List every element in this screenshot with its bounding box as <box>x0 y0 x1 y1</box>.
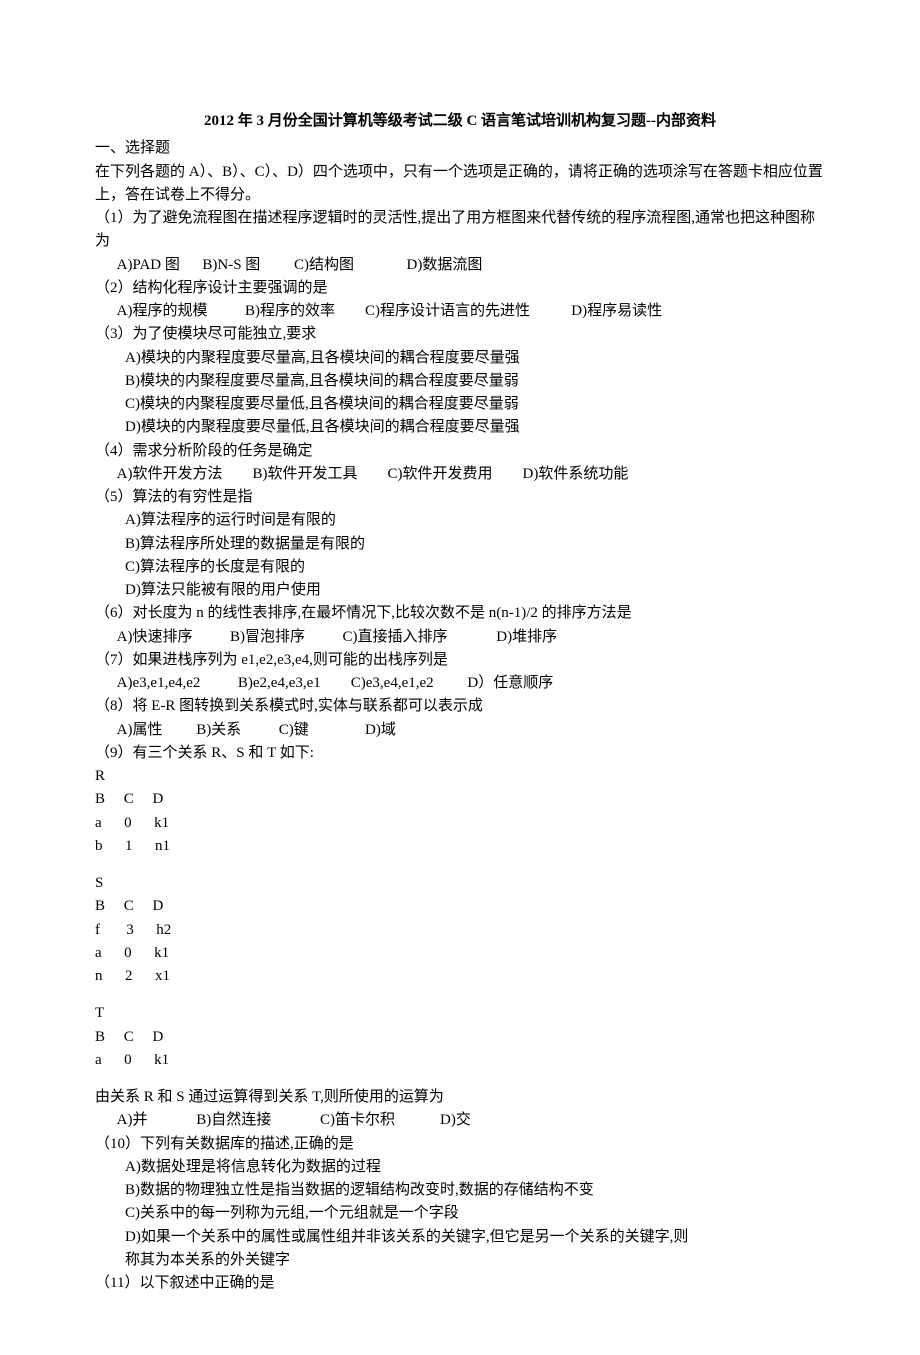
question-7-stem: （7）如果进栈序列为 e1,e2,e3,e4,则可能的出栈序列是 <box>95 649 825 672</box>
question-3-option-b: B)模块的内聚程度要尽量高,且各模块间的耦合程度要尽量弱 <box>125 370 825 393</box>
question-7-options: A)e3,e1,e4,e2 B)e2,e4,e3,e1 C)e3,e4,e1,e… <box>95 672 825 695</box>
question-3-option-c: C)模块的内聚程度要尽量低,且各模块间的耦合程度要尽量弱 <box>125 393 825 416</box>
question-10-option-b: B)数据的物理独立性是指当数据的逻辑结构改变时,数据的存储结构不变 <box>125 1179 825 1202</box>
question-5-options: A)算法程序的运行时间是有限的 B)算法程序所处理的数据量是有限的 C)算法程序… <box>95 509 825 602</box>
question-5-option-d: D)算法只能被有限的用户使用 <box>125 579 825 602</box>
question-5-option-c: C)算法程序的长度是有限的 <box>125 556 825 579</box>
question-5-option-a: A)算法程序的运行时间是有限的 <box>125 509 825 532</box>
relation-t-table: T B C D a 0 k1 <box>95 1002 825 1072</box>
question-9-options: A)并 B)自然连接 C)笛卡尔积 D)交 <box>95 1109 825 1132</box>
question-2-stem: （2）结构化程序设计主要强调的是 <box>95 277 825 300</box>
question-9-stem: （9）有三个关系 R、S 和 T 如下: <box>95 742 825 765</box>
question-1-stem: （1）为了避免流程图在描述程序逻辑时的灵活性,提出了用方框图来代替传统的程序流程… <box>95 207 825 254</box>
question-2-options: A)程序的规模 B)程序的效率 C)程序设计语言的先进性 D)程序易读性 <box>95 300 825 323</box>
question-10-stem: （10）下列有关数据库的描述,正确的是 <box>95 1133 825 1156</box>
section-heading: 一、选择题 <box>95 137 825 160</box>
question-10-option-a: A)数据处理是将信息转化为数据的过程 <box>125 1156 825 1179</box>
question-8-stem: （8）将 E-R 图转换到关系模式时,实体与联系都可以表示成 <box>95 695 825 718</box>
question-10-option-c: C)关系中的每一列称为元组,一个元组就是一个字段 <box>125 1202 825 1225</box>
question-8-options: A)属性 B)关系 C)键 D)域 <box>95 719 825 742</box>
instructions: 在下列各题的 A）、B）、C）、D）四个选项中，只有一个选项是正确的，请将正确的… <box>95 161 825 208</box>
question-3-option-a: A)模块的内聚程度要尽量高,且各模块间的耦合程度要尽量强 <box>125 347 825 370</box>
question-4-options: A)软件开发方法 B)软件开发工具 C)软件开发费用 D)软件系统功能 <box>95 463 825 486</box>
question-6-options: A)快速排序 B)冒泡排序 C)直接插入排序 D)堆排序 <box>95 626 825 649</box>
document-title: 2012 年 3 月份全国计算机等级考试二级 C 语言笔试培训机构复习题--内部… <box>95 110 825 133</box>
relation-s-table: S B C D f 3 h2 a 0 k1 n 2 x1 <box>95 872 825 988</box>
question-1-options: A)PAD 图 B)N-S 图 C)结构图 D)数据流图 <box>95 254 825 277</box>
question-9-followup: 由关系 R 和 S 通过运算得到关系 T,则所使用的运算为 <box>95 1086 825 1109</box>
question-10-option-d-line2: 称其为本关系的外关键字 <box>125 1249 825 1272</box>
question-5-option-b: B)算法程序所处理的数据量是有限的 <box>125 533 825 556</box>
question-10-option-d-line1: D)如果一个关系中的属性或属性组并非该关系的关键字,但它是另一个关系的关键字,则 <box>125 1226 825 1249</box>
relation-r-table: R B C D a 0 k1 b 1 n1 <box>95 765 825 858</box>
question-3-stem: （3）为了使模块尽可能独立,要求 <box>95 323 825 346</box>
question-3-option-d: D)模块的内聚程度要尽量低,且各模块间的耦合程度要尽量强 <box>125 416 825 439</box>
question-10-options: A)数据处理是将信息转化为数据的过程 B)数据的物理独立性是指当数据的逻辑结构改… <box>95 1156 825 1272</box>
question-11-stem: （11）以下叙述中正确的是 <box>95 1272 825 1295</box>
question-6-stem: （6）对长度为 n 的线性表排序,在最坏情况下,比较次数不是 n(n-1)/2 … <box>95 602 825 625</box>
question-4-stem: （4）需求分析阶段的任务是确定 <box>95 440 825 463</box>
question-5-stem: （5）算法的有穷性是指 <box>95 486 825 509</box>
question-3-options: A)模块的内聚程度要尽量高,且各模块间的耦合程度要尽量强 B)模块的内聚程度要尽… <box>95 347 825 440</box>
